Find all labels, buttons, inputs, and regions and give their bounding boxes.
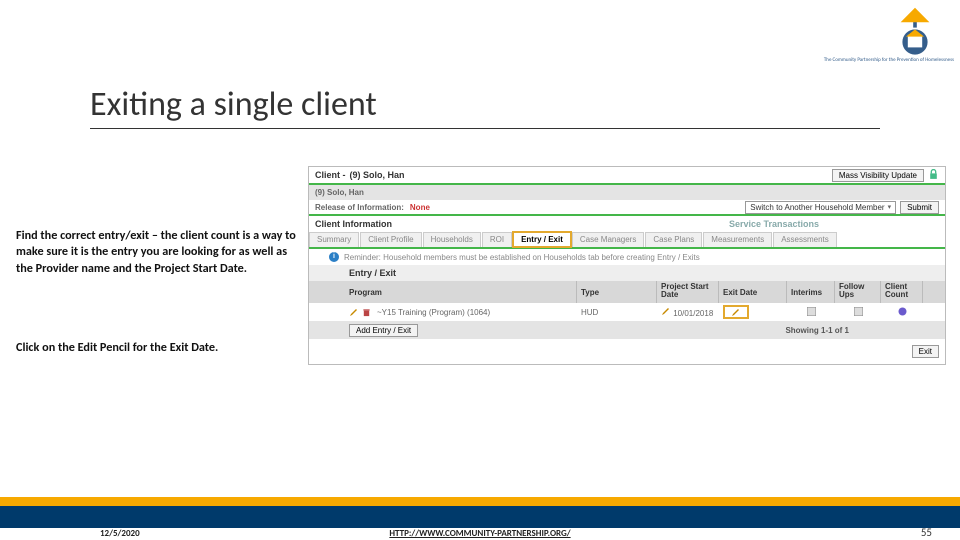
col-interims: Interims [787, 281, 835, 303]
delete-icon[interactable] [362, 308, 371, 317]
tab-households[interactable]: Households [423, 232, 481, 247]
row-type: HUD [577, 306, 657, 319]
row-program: ~Y15 Training (Program) (1064) [377, 308, 490, 317]
release-row: Release of Information: None Switch to A… [309, 200, 945, 216]
client-subheader: (9) Solo, Han [309, 185, 945, 200]
edit-pencil-icon[interactable] [349, 307, 359, 317]
col-type: Type [577, 281, 657, 303]
tab-case-managers[interactable]: Case Managers [572, 232, 644, 247]
panel-footer: Exit [309, 339, 945, 364]
table-row: ~Y15 Training (Program) (1064) HUD 10/01… [309, 303, 945, 321]
col-client-count: ClientCount [881, 281, 923, 303]
tab-bar: Summary Client Profile Households ROI En… [309, 232, 945, 249]
instruction-paragraph-1: Find the correct entry/exit – the client… [16, 228, 296, 277]
subheader-name: (9) Solo, Han [315, 188, 364, 197]
tab-roi[interactable]: ROI [482, 232, 512, 247]
pagination-text: Showing 1-1 of 1 [785, 326, 849, 335]
switch-household-dropdown[interactable]: Switch to Another Household Member ▾ [745, 201, 896, 214]
tab-entry-exit[interactable]: Entry / Exit [513, 232, 571, 247]
tab-assessments[interactable]: Assessments [773, 232, 837, 247]
section-headings: Client Information Service Transactions [309, 216, 945, 232]
col-start-date: Project StartDate [657, 281, 719, 303]
switch-household-label: Switch to Another Household Member [750, 203, 884, 212]
tab-measurements[interactable]: Measurements [703, 232, 772, 247]
release-label: Release of Information: [315, 203, 404, 212]
col-exit-date: Exit Date [719, 281, 787, 303]
entry-exit-section-header: Entry / Exit [309, 265, 945, 281]
client-label: Client - [315, 170, 346, 180]
footer-page-number: 55 [921, 526, 932, 539]
title-underline [90, 128, 880, 129]
table-header: Program Type Project StartDate Exit Date… [309, 281, 945, 303]
logo-caption: The Community Partnership for the Preven… [824, 58, 954, 64]
tab-client-profile[interactable]: Client Profile [360, 232, 421, 247]
interims-indicator-icon[interactable] [807, 309, 816, 318]
col-program: Program [309, 281, 577, 303]
info-icon: i [329, 252, 339, 262]
table-footer-row: Add Entry / Exit Showing 1-1 of 1 [309, 321, 945, 339]
exit-button[interactable]: Exit [912, 345, 939, 358]
chevron-down-icon: ▾ [888, 203, 892, 211]
reminder-row: i Reminder: Household members must be es… [309, 249, 945, 265]
row-start-date: 10/01/2018 [673, 309, 713, 318]
reminder-text: Reminder: Household members must be esta… [344, 253, 700, 262]
service-transactions-heading: Service Transactions [729, 219, 819, 229]
tab-summary[interactable]: Summary [309, 232, 359, 247]
submit-button[interactable]: Submit [900, 201, 939, 214]
exit-date-edit-highlight [723, 305, 749, 319]
lock-icon [928, 169, 939, 182]
edit-start-pencil-icon[interactable] [661, 306, 671, 316]
tab-case-plans[interactable]: Case Plans [645, 232, 702, 247]
mass-visibility-button[interactable]: Mass Visibility Update [832, 169, 924, 182]
release-value: None [410, 203, 430, 212]
add-entry-exit-button[interactable]: Add Entry / Exit [349, 324, 418, 337]
client-count-icon[interactable] [898, 309, 907, 318]
org-logo [888, 6, 942, 60]
client-header: Client - (9) Solo, Han Mass Visibility U… [309, 167, 945, 185]
instruction-paragraph-2: Click on the Edit Pencil for the Exit Da… [16, 340, 296, 356]
followups-indicator-icon[interactable] [854, 309, 863, 318]
col-followups: FollowUps [835, 281, 881, 303]
app-screenshot: Client - (9) Solo, Han Mass Visibility U… [308, 166, 946, 365]
slide-footer-bar [0, 497, 960, 528]
edit-exit-pencil-icon[interactable] [731, 307, 741, 317]
client-name: (9) Solo, Han [350, 170, 405, 180]
client-information-heading: Client Information [315, 219, 392, 229]
footer-link[interactable]: HTTP://WWW.COMMUNITY-PARTNERSHIP.ORG/ [0, 528, 960, 539]
slide-title: Exiting a single client [90, 84, 377, 125]
